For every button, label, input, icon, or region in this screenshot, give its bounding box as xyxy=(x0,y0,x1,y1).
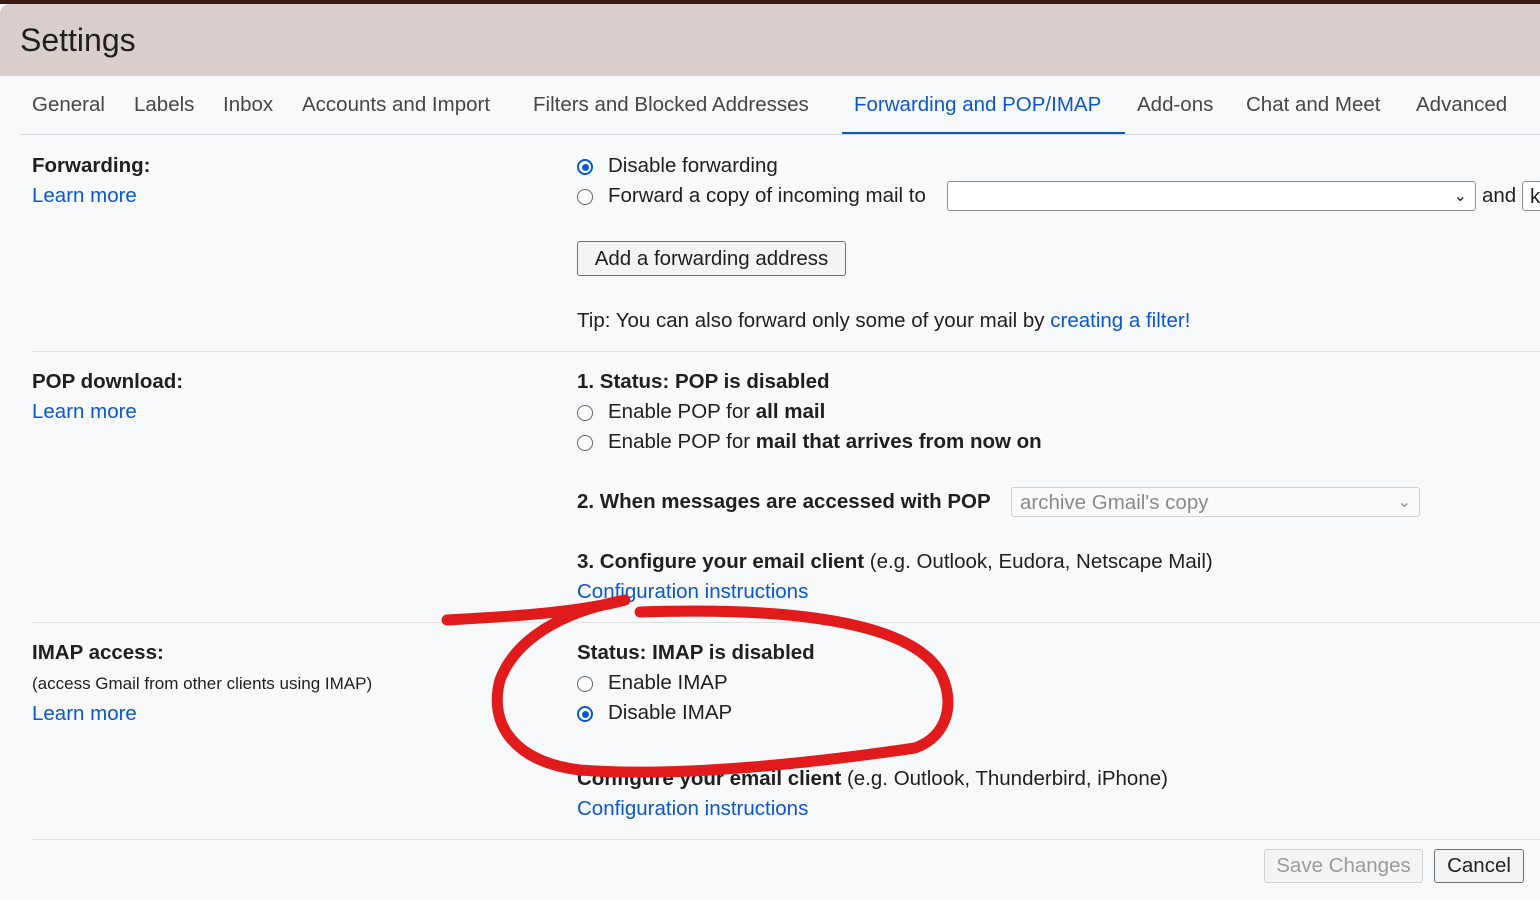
forward-copy-label: Forward a copy of incoming mail to xyxy=(608,184,926,207)
section-divider xyxy=(32,622,1540,623)
enable-pop-all-prefix: Enable POP for xyxy=(608,400,756,423)
disable-forwarding-label: Disable forwarding xyxy=(608,154,778,177)
creating-a-filter-link[interactable]: creating a filter! xyxy=(1050,309,1190,332)
forwarding-tip-text: Tip: You can also forward only some of y… xyxy=(577,309,1051,332)
disable-imap-label: Disable IMAP xyxy=(608,701,733,724)
pop-download-label: POP download: xyxy=(32,370,184,393)
enable-pop-all-mail-radio[interactable] xyxy=(577,405,593,421)
pop-configure-rest: (e.g. Outlook, Eudora, Netscape Mail) xyxy=(864,550,1213,573)
enable-imap-label: Enable IMAP xyxy=(608,671,728,694)
section-divider xyxy=(32,839,1540,840)
forwarding-tip: Tip: You can also forward only some of y… xyxy=(577,309,1190,333)
imap-learn-more-link[interactable]: Learn more xyxy=(32,702,137,726)
add-forwarding-address-button[interactable]: Add a forwarding address xyxy=(577,241,846,276)
forward-action-value: k xyxy=(1530,185,1540,208)
imap-configure-bold: Configure your email client xyxy=(577,767,842,790)
settings-tab-bar: General Labels Inbox Accounts and Import… xyxy=(0,76,1540,136)
save-changes-button[interactable]: Save Changes xyxy=(1264,849,1423,883)
imap-access-sublabel: (access Gmail from other clients using I… xyxy=(32,674,373,693)
section-divider xyxy=(32,351,1540,352)
chevron-down-icon: ⌄ xyxy=(1453,188,1467,205)
imap-status: Status: IMAP is disabled xyxy=(577,641,815,664)
tab-labels[interactable]: Labels xyxy=(134,93,194,117)
imap-access-label: IMAP access: xyxy=(32,641,164,664)
tab-add-ons[interactable]: Add-ons xyxy=(1137,93,1213,117)
page-title: Settings xyxy=(20,22,136,58)
cancel-button[interactable]: Cancel xyxy=(1434,849,1524,883)
imap-configuration-instructions-link[interactable]: Configuration instructions xyxy=(577,797,808,821)
forward-copy-radio[interactable] xyxy=(577,189,593,205)
forward-action-select[interactable]: k xyxy=(1522,181,1540,211)
pop-configure-client: 3. Configure your email client (e.g. Out… xyxy=(577,550,1213,574)
tab-filters-and-blocked-addresses[interactable]: Filters and Blocked Addresses xyxy=(533,93,809,117)
forwarding-label: Forwarding: xyxy=(32,154,151,177)
tab-chat-and-meet[interactable]: Chat and Meet xyxy=(1246,93,1380,117)
tab-accounts-and-import[interactable]: Accounts and Import xyxy=(302,93,490,117)
imap-configure-rest: (e.g. Outlook, Thunderbird, iPhone) xyxy=(841,767,1168,790)
pop-status: 1. Status: POP is disabled xyxy=(577,370,830,393)
pop-action-select[interactable]: archive Gmail's copy ⌄ xyxy=(1011,487,1420,517)
pop-configuration-instructions-link[interactable]: Configuration instructions xyxy=(577,580,808,604)
forwarding-learn-more-link[interactable]: Learn more xyxy=(32,184,137,208)
forward-and-label: and xyxy=(1482,184,1517,207)
forward-address-select[interactable]: ⌄ xyxy=(947,181,1476,211)
disable-imap-radio[interactable] xyxy=(577,706,593,722)
pop-action-value: archive Gmail's copy xyxy=(1020,491,1209,514)
enable-pop-all-bold: all mail xyxy=(755,400,826,423)
tab-general[interactable]: General xyxy=(32,93,105,117)
enable-pop-from-now-label: Enable POP for mail that arrives from no… xyxy=(608,430,1042,454)
settings-header: Settings xyxy=(0,4,1540,76)
chevron-down-icon: ⌄ xyxy=(1397,494,1411,511)
tab-advanced[interactable]: Advanced xyxy=(1416,93,1507,117)
disable-forwarding-radio[interactable] xyxy=(577,159,593,175)
tab-bar-divider xyxy=(20,134,1540,135)
enable-pop-all-mail-label: Enable POP for all mail xyxy=(608,400,825,424)
enable-imap-radio[interactable] xyxy=(577,676,593,692)
enable-pop-from-now-radio[interactable] xyxy=(577,435,593,451)
enable-pop-now-bold: mail that arrives from now on xyxy=(755,430,1042,453)
imap-configure-client: Configure your email client (e.g. Outloo… xyxy=(577,767,1168,791)
pop-learn-more-link[interactable]: Learn more xyxy=(32,400,137,424)
tab-forwarding-and-pop-imap[interactable]: Forwarding and POP/IMAP xyxy=(854,93,1101,117)
enable-pop-now-prefix: Enable POP for xyxy=(608,430,756,453)
tab-inbox[interactable]: Inbox xyxy=(223,93,273,117)
pop-configure-bold: 3. Configure your email client xyxy=(577,550,865,573)
pop-when-accessed-label: 2. When messages are accessed with POP xyxy=(577,490,991,513)
